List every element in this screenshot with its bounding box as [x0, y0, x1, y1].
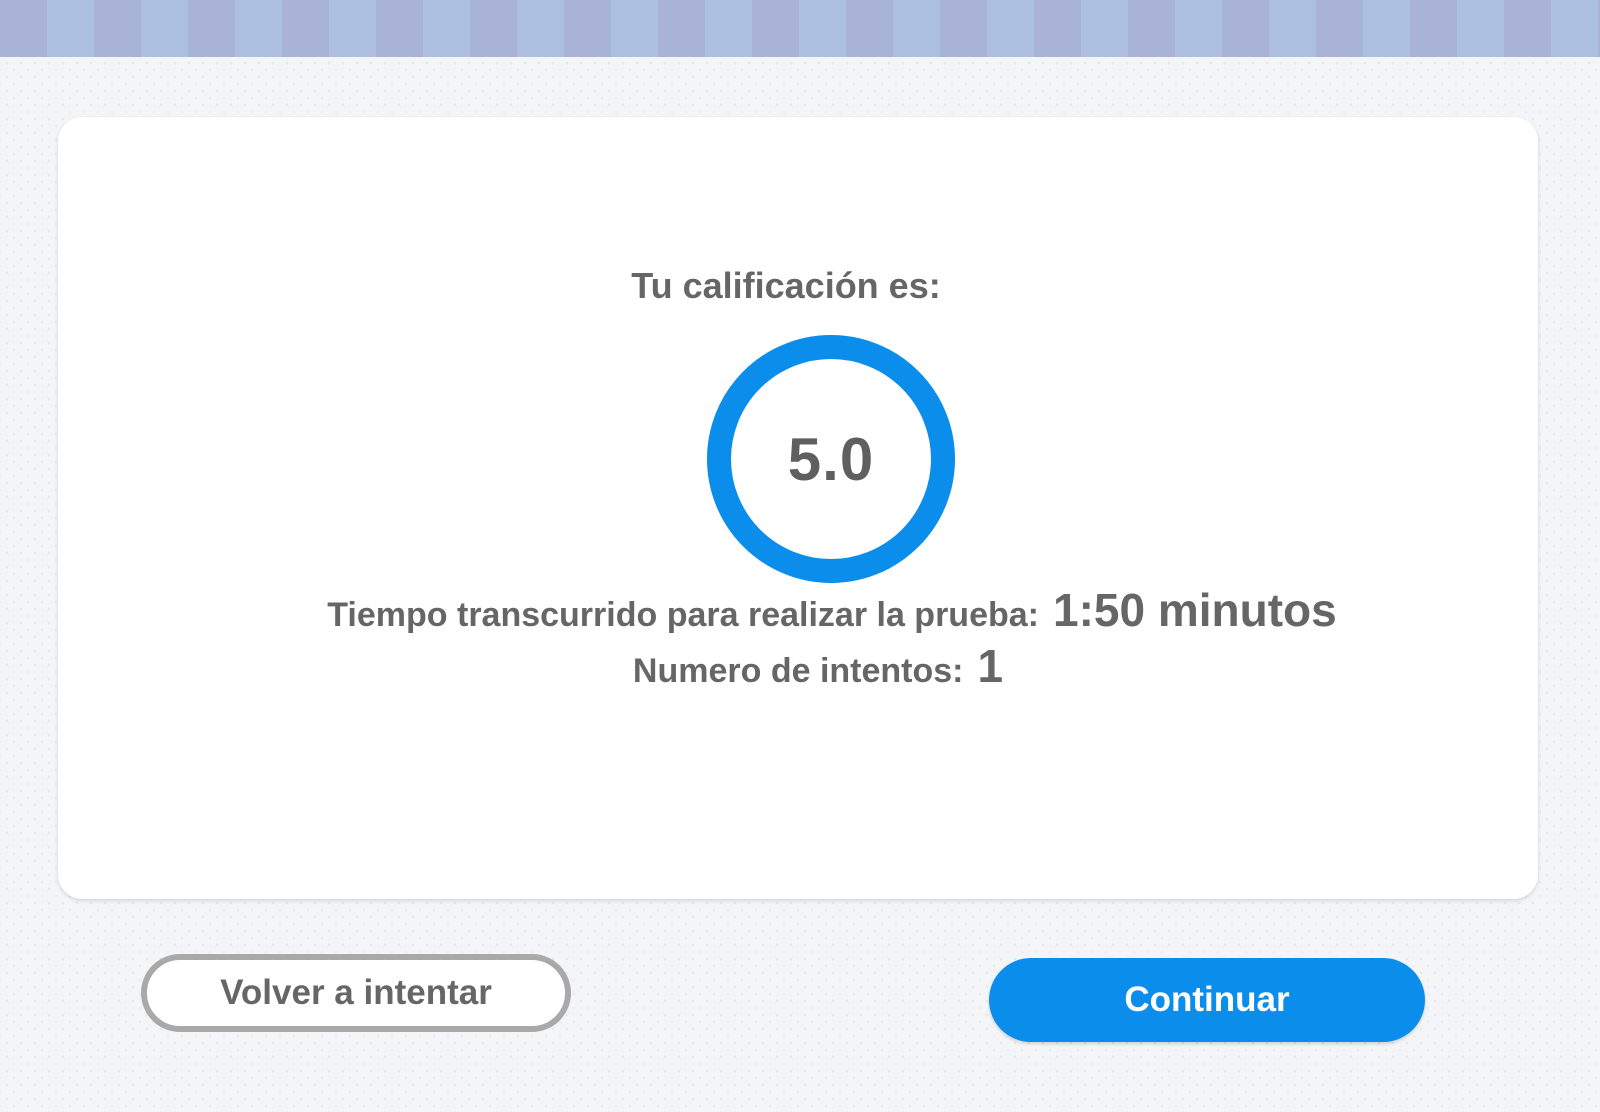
elapsed-time-row: Tiempo transcurrido para realizar la pru… [92, 583, 1572, 637]
attempts-label: Numero de intentos: [632, 652, 964, 690]
attempts-value: 1 [977, 640, 1004, 692]
header-stripe-banner [0, 0, 1600, 57]
continue-button[interactable]: Continuar [989, 958, 1425, 1042]
grade-heading: Tu calificación es: [631, 265, 941, 306]
score-value: 5.0 [787, 425, 875, 493]
score-ring: 5.0 [707, 335, 955, 583]
retry-button[interactable]: Volver a intentar [141, 954, 571, 1032]
results-card: Tu calificación es: 5.0 Tiempo transcurr… [58, 117, 1538, 899]
elapsed-time-value: 1:50 minutos [1052, 584, 1337, 636]
elapsed-time-label: Tiempo transcurrido para realizar la pru… [327, 596, 1039, 634]
attempts-row: Numero de intentos: 1 [78, 639, 1558, 693]
